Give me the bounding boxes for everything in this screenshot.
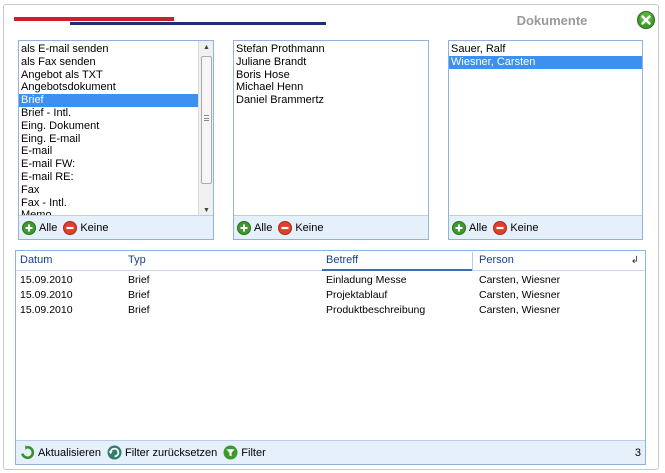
table-row[interactable]: 15.09.2010 Brief Einladung Messe Carsten, W… xyxy=(16,274,645,287)
close-circle-icon xyxy=(637,11,655,29)
document-type-scrollbar[interactable]: ▲ ▼ xyxy=(198,41,213,217)
header-accent-blue xyxy=(70,22,326,25)
list-item[interactable]: Angebotsdokument xyxy=(19,81,213,94)
scroll-up-arrow-icon[interactable]: ▲ xyxy=(199,41,214,54)
plus-circle-icon xyxy=(22,220,36,235)
list-item[interactable]: als E-mail senden xyxy=(19,43,213,56)
document-type-list-panel: als E-mail senden als Fax senden Angebot a… xyxy=(18,40,214,240)
table-cell: Brief xyxy=(128,304,150,316)
list-item[interactable]: Fax xyxy=(19,184,213,197)
close-button[interactable] xyxy=(637,11,655,29)
table-cell: Projektablauf xyxy=(326,289,388,301)
list-item[interactable]: E-mail FW: xyxy=(19,158,213,171)
grid-toolbar: Aktualisieren Filter zurücksetzen Filter… xyxy=(16,440,645,464)
refresh-button[interactable]: Aktualisieren xyxy=(20,445,101,460)
select-none-button[interactable]: Keine xyxy=(63,220,109,235)
table-cell: Carsten, Wiesner xyxy=(479,289,561,301)
list-item[interactable]: Wiesner, Carsten xyxy=(449,55,642,69)
list-item[interactable]: Eing. E-mail xyxy=(19,133,213,146)
reset-filter-icon xyxy=(107,445,122,460)
list-item[interactable]: Brief xyxy=(19,94,213,107)
list-item[interactable]: E-mail RE: xyxy=(19,171,213,184)
user-list-footer: Alle Keine xyxy=(234,215,428,239)
scroll-thumb[interactable] xyxy=(201,56,212,184)
table-row[interactable]: 15.09.2010 Brief Projektablauf Carsten, Wie… xyxy=(16,289,645,302)
window-title: Dokumente xyxy=(516,13,588,28)
list-item[interactable]: Boris Hose xyxy=(234,69,428,82)
select-none-label: Keine xyxy=(80,221,109,234)
select-none-button[interactable]: Keine xyxy=(278,220,324,235)
row-count: 3 xyxy=(634,447,641,459)
list-item[interactable]: Sauer, Ralf xyxy=(449,43,642,56)
select-all-label: Alle xyxy=(469,221,488,234)
reset-filter-label: Filter zurücksetzen xyxy=(124,446,218,459)
column-header-datum[interactable]: Datum xyxy=(16,251,121,271)
table-cell: Brief xyxy=(128,289,150,301)
list-item[interactable]: Fax - Intl. xyxy=(19,197,213,210)
select-none-label: Keine xyxy=(510,221,539,234)
table-cell: Produktbeschreibung xyxy=(326,304,426,316)
plus-circle-icon xyxy=(237,220,251,235)
thumb-grip-icon xyxy=(204,115,209,121)
column-resize-handle[interactable] xyxy=(472,252,473,270)
table-cell: 15.09.2010 xyxy=(20,304,73,316)
column-header-betreff[interactable]: Betreff xyxy=(322,251,472,271)
table-cell: 15.09.2010 xyxy=(20,274,73,286)
user-list[interactable]: Stefan Prothmann Juliane Brandt Boris Hose… xyxy=(234,41,428,217)
list-item[interactable]: Eing. Dokument xyxy=(19,120,213,133)
list-item[interactable]: Brief - Intl. xyxy=(19,107,213,120)
minus-circle-icon xyxy=(493,220,508,235)
table-cell: 15.09.2010 xyxy=(20,289,73,301)
table-cell: Einladung Messe xyxy=(326,274,407,286)
filter-label: Filter xyxy=(241,446,266,459)
plus-circle-icon xyxy=(452,220,466,235)
table-cell: Carsten, Wiesner xyxy=(479,274,561,286)
grid-header: Datum Typ Betreff Person ↲ xyxy=(16,251,645,271)
filter-button[interactable]: Filter xyxy=(223,445,266,460)
column-header-typ[interactable]: Typ xyxy=(124,251,319,271)
table-cell: Brief xyxy=(128,274,150,286)
document-type-list-footer: Alle Keine xyxy=(19,215,213,239)
documents-grid: Datum Typ Betreff Person ↲ 15.09.2010 Bri… xyxy=(15,250,646,465)
select-none-button[interactable]: Keine xyxy=(493,220,539,235)
table-cell: Carsten, Wiesner xyxy=(479,304,561,316)
list-item[interactable]: als Fax senden xyxy=(19,56,213,69)
list-item[interactable]: E-mail xyxy=(19,145,213,158)
select-none-label: Keine xyxy=(295,221,324,234)
document-type-list[interactable]: als E-mail senden als Fax senden Angebot a… xyxy=(19,41,213,217)
person-list-panel: Sauer, Ralf Wiesner, Carsten Alle Keine xyxy=(448,40,643,240)
select-all-button[interactable]: Alle xyxy=(237,220,273,235)
select-all-label: Alle xyxy=(254,221,273,234)
minus-circle-icon xyxy=(278,220,293,235)
list-item[interactable]: Juliane Brandt xyxy=(234,56,428,69)
column-header-person[interactable]: Person xyxy=(475,251,645,271)
header-accent-red xyxy=(14,17,174,21)
reset-filter-button[interactable]: Filter zurücksetzen xyxy=(107,445,217,460)
column-menu-icon[interactable]: ↲ xyxy=(631,255,639,266)
person-list[interactable]: Sauer, Ralf Wiesner, Carsten xyxy=(449,41,642,217)
minus-circle-icon xyxy=(63,220,78,235)
table-row[interactable]: 15.09.2010 Brief Produktbeschreibung Carste… xyxy=(16,304,645,317)
refresh-icon xyxy=(21,445,35,460)
list-item[interactable]: Stefan Prothmann xyxy=(234,43,428,56)
user-list-panel: Stefan Prothmann Juliane Brandt Boris Hose… xyxy=(233,40,429,240)
select-all-button[interactable]: Alle xyxy=(22,220,58,235)
filter-icon xyxy=(223,445,238,460)
select-all-label: Alle xyxy=(39,221,58,234)
refresh-label: Aktualisieren xyxy=(38,446,101,459)
list-item[interactable]: Daniel Brammertz xyxy=(234,94,428,107)
person-list-footer: Alle Keine xyxy=(449,215,642,239)
select-all-button[interactable]: Alle xyxy=(452,220,488,235)
list-item[interactable]: Michael Henn xyxy=(234,81,428,94)
list-item[interactable]: Angebot als TXT xyxy=(19,69,213,82)
